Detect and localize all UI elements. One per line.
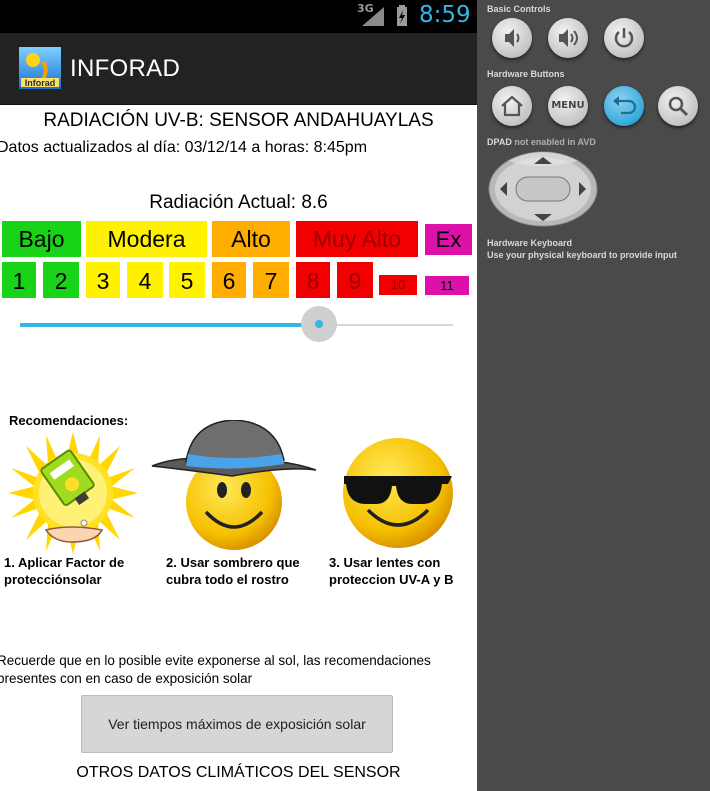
recommendation-3-line2: proteccion UV-A y B: [329, 572, 454, 587]
menu-label: MENU: [551, 100, 585, 111]
phone-screen: 3G 8:59 Inforad INFORAD RADIACIÓN UV-B: …: [0, 0, 477, 791]
hardware-keyboard-label: Hardware Keyboard: [487, 238, 573, 248]
level-1: 1: [2, 262, 36, 298]
category-alto: Alto: [212, 221, 290, 257]
back-button[interactable]: [604, 86, 644, 126]
search-icon: [668, 96, 689, 117]
category-bajo: Bajo: [2, 221, 81, 257]
recommendation-2-line1: 2. Usar sombrero que: [166, 555, 300, 570]
category-muy-alto: Muy Alto: [296, 221, 418, 257]
level-11: 11: [425, 276, 469, 295]
exposure-times-button[interactable]: Ver tiempos máximos de exposición solar: [81, 695, 393, 753]
recommendation-1-line1: 1. Aplicar Factor de: [4, 555, 125, 570]
level-2: 2: [43, 262, 79, 298]
clock: 8:59: [419, 2, 471, 28]
category-moderado: Modera: [86, 221, 207, 257]
level-3: 3: [86, 262, 120, 298]
sunglasses-smiley-icon: [343, 438, 453, 548]
hardware-buttons-label: Hardware Buttons: [487, 69, 565, 79]
level-9: 9: [337, 262, 373, 298]
uv-slider-thumb[interactable]: [314, 320, 323, 328]
battery-icon: [397, 5, 407, 26]
exposure-note-line2: presentes con en caso de exposición sola…: [0, 671, 253, 686]
power-icon: [614, 28, 634, 48]
exposure-note-line1: Recuerde que en lo posible evite exponer…: [0, 653, 431, 668]
status-bar: 3G 8:59: [0, 0, 477, 33]
level-4: 4: [127, 262, 163, 298]
recommendation-2-line2: cubra todo el rostro: [166, 572, 289, 587]
home-button[interactable]: [492, 86, 532, 126]
signal-icon: [362, 7, 384, 26]
menu-button[interactable]: MENU: [548, 86, 588, 126]
app-title: INFORAD: [70, 55, 181, 82]
recommendations-title: Recomendaciones:: [9, 413, 129, 428]
recommendation-3-caption: 3. Usar lentes con proteccion UV-A y B: [329, 554, 477, 588]
action-bar: Inforad INFORAD: [0, 33, 477, 105]
home-icon: [501, 95, 523, 117]
dpad-label-text: DPAD: [487, 137, 512, 147]
power-button[interactable]: [604, 18, 644, 58]
app-logo-icon[interactable]: Inforad: [19, 47, 61, 89]
search-button[interactable]: [658, 86, 698, 126]
category-extremo: Ex: [425, 224, 472, 255]
level-7: 7: [253, 262, 289, 298]
level-10: 10: [379, 275, 417, 295]
level-5: 5: [169, 262, 205, 298]
dpad-control[interactable]: [488, 151, 598, 227]
volume-down-icon: [505, 29, 520, 47]
back-arrow-icon: [613, 96, 637, 115]
recommendation-1-caption: 1. Aplicar Factor de protecciónsolar: [4, 554, 164, 588]
recommendation-1-line2: protecciónsolar: [4, 572, 102, 587]
volume-up-icon: [559, 29, 578, 47]
current-radiation: Radiación Actual: 8.6: [149, 192, 328, 213]
dpad-note: not enabled in AVD: [514, 137, 596, 147]
app-logo-text: Inforad: [25, 78, 56, 88]
uv-slider-fill: [20, 323, 319, 327]
hat-smiley-icon: [151, 420, 317, 550]
page-title: RADIACIÓN UV-B: SENSOR ANDAHUAYLAS: [43, 110, 434, 131]
recommendation-3-line1: 3. Usar lentes con: [329, 555, 441, 570]
exposure-note: Recuerde que en lo posible evite exponer…: [0, 652, 477, 688]
level-6: 6: [212, 262, 246, 298]
hardware-keyboard-hint: Use your physical keyboard to provide in…: [487, 250, 678, 260]
volume-down-button[interactable]: [492, 18, 532, 58]
level-8: 8: [296, 262, 330, 298]
recommendation-2-caption: 2. Usar sombrero que cubra todo el rostr…: [166, 554, 326, 588]
sunscreen-icon: [8, 432, 138, 554]
dpad-label: DPAD not enabled in AVD: [487, 137, 596, 147]
emulator-controls-panel: Basic Controls Hardware Buttons MENU DPA…: [477, 0, 710, 791]
update-timestamp: Datos actualizados al día: 03/12/14 a ho…: [0, 139, 368, 156]
basic-controls-label: Basic Controls: [487, 4, 551, 14]
other-climate-data-link[interactable]: OTROS DATOS CLIMÁTICOS DEL SENSOR: [0, 764, 477, 782]
volume-up-button[interactable]: [548, 18, 588, 58]
